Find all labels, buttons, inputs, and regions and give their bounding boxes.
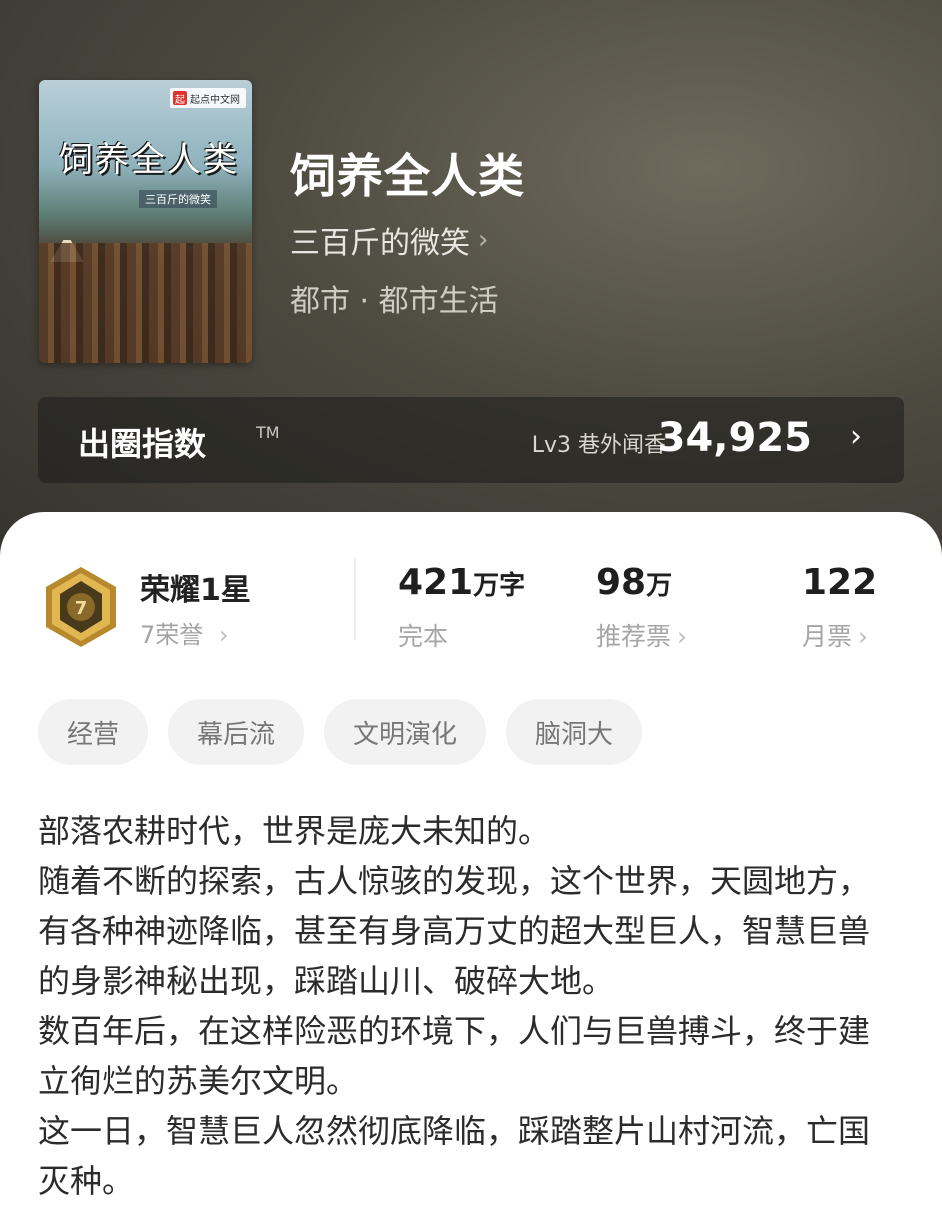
badge-number: 7 (75, 598, 88, 619)
chevron-right-icon: › (858, 622, 869, 651)
index-label: 出圈指数 (78, 425, 207, 463)
book-title: 饲养全人类 (290, 149, 525, 203)
author-link[interactable]: 三百斤的微笑 › (290, 218, 488, 262)
word-count-label-text: 完本 (398, 622, 449, 651)
chevron-right-icon: › (478, 225, 489, 255)
cover-logo: 起 起点中文网 (170, 88, 246, 108)
honor-title: 荣耀1星 (140, 573, 251, 608)
description-paragraph: 部落农耕时代，世界是庞大未知的。 (38, 812, 551, 850)
tag-chip[interactable]: 幕后流 (168, 699, 305, 765)
index-score: 34,925 (657, 415, 812, 461)
index-level: Lv3 巷外闻香 (531, 433, 666, 458)
honor-link[interactable]: 7荣誉 › (140, 615, 229, 650)
book-genre: 都市 · 都市生活 (290, 284, 499, 319)
description-paragraph: 数百年后，在这样险恶的环境下，人们与巨兽搏斗，终于建立徇烂的苏美尔文明。 (38, 1012, 871, 1100)
honor-sub-label: 7荣誉 (140, 621, 204, 649)
popularity-index-bar[interactable]: 出圈指数 TM Lv3 巷外闻香 34,925 › (38, 397, 904, 483)
description-paragraph: 随着不断的探索，古人惊骇的发现，这个世界，天圆地方，有各种神迹降临，甚至有身高万… (38, 862, 871, 1000)
monthly-votes-link[interactable]: 月票 › (802, 617, 868, 653)
tag-chip[interactable]: 经营 (38, 699, 149, 765)
stats-divider (354, 558, 356, 640)
author-name: 三百斤的微笑 (290, 226, 470, 261)
chevron-right-icon: › (677, 622, 688, 651)
tag-chip[interactable]: 文明演化 (324, 699, 487, 765)
recommend-votes-link[interactable]: 推荐票 › (596, 617, 687, 653)
chevron-right-icon: › (218, 621, 229, 649)
cover-logo-icon: 起 (173, 91, 187, 106)
cover-author: 三百斤的微笑 (139, 190, 217, 208)
honor-badge-icon[interactable]: 7 (42, 565, 120, 649)
recommend-votes-unit: 万 (646, 571, 673, 601)
book-description[interactable]: 部落农耕时代，世界是庞大未知的。 随着不断的探索，古人惊骇的发现，这个世界，天圆… (38, 806, 898, 1205)
recommend-votes-number: 98 (596, 562, 647, 603)
tag-list: 经营 幕后流 文明演化 脑洞大 (38, 699, 643, 765)
word-count-unit: 万字 (473, 571, 526, 601)
word-count-value: 421万字 (398, 562, 525, 603)
chevron-right-icon: › (850, 419, 862, 454)
tag-chip[interactable]: 脑洞大 (506, 699, 643, 765)
cover-title: 饲养全人类 (59, 140, 239, 180)
book-cover[interactable]: 起 起点中文网 饲养全人类 三百斤的微笑 (39, 80, 252, 363)
monthly-votes-label: 月票 (802, 622, 853, 651)
cover-city-art (39, 243, 252, 363)
recommend-votes-label: 推荐票 (596, 622, 672, 651)
recommend-votes-value: 98万 (596, 562, 672, 603)
cover-logo-text: 起点中文网 (190, 94, 240, 106)
index-tm: TM (256, 423, 280, 442)
monthly-votes-value: 122 (802, 562, 877, 603)
word-count-number: 421 (398, 562, 474, 603)
monthly-votes-number: 122 (802, 562, 878, 603)
description-paragraph: 这一日，智慧巨人忽然彻底降临，踩踏整片山村河流，亡国灭种。 (38, 1112, 871, 1200)
word-count-label: 完本 (398, 617, 448, 653)
